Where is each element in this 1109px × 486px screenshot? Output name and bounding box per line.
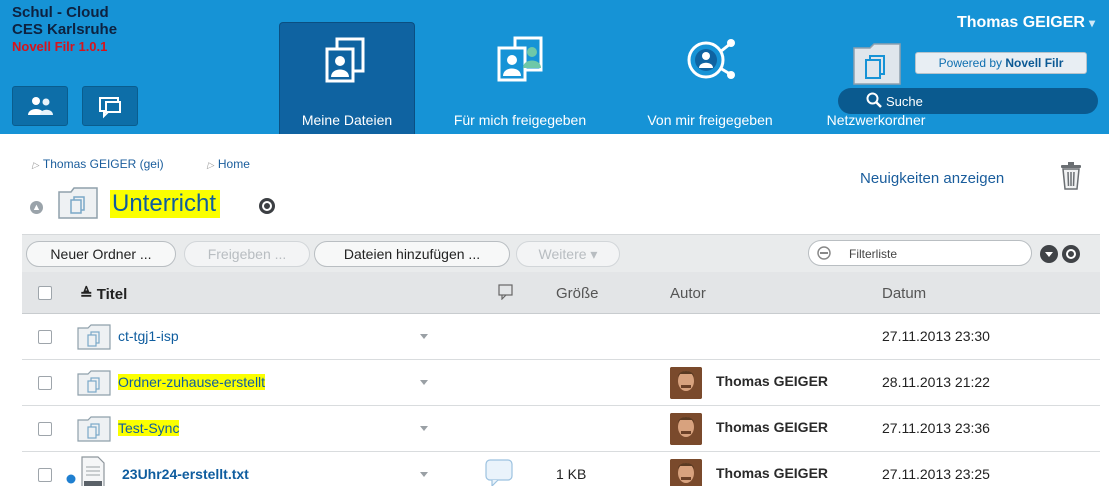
row-checkbox[interactable] — [38, 468, 52, 482]
sort-icon: ≜ — [80, 286, 93, 303]
tab-shared-with-me[interactable]: Für mich freigegeben — [425, 22, 615, 134]
folder-icon — [76, 323, 112, 354]
shared-with-me-icon — [489, 34, 551, 87]
row-checkbox[interactable] — [38, 376, 52, 390]
top-header: Schul - Cloud CES Karlsruhe Novell Filr … — [0, 0, 1109, 134]
add-files-button[interactable]: Dateien hinzufügen ... — [314, 241, 510, 267]
text-file-icon — [80, 455, 106, 486]
up-arrow-icon[interactable]: ▲ — [30, 201, 43, 214]
trash-icon[interactable] — [1058, 160, 1084, 193]
brand-line-1: Schul - Cloud — [12, 4, 109, 21]
row-name-link[interactable]: Ordner-zuhause-erstellt — [118, 374, 266, 390]
chevron-down-icon: ▾ — [1088, 16, 1095, 30]
more-button-label: Weitere — [538, 246, 587, 262]
tab-network-folders-label: Netzwerkordner — [826, 112, 926, 128]
table-header: ≜ Titel Größe Autor Datum — [22, 272, 1100, 314]
filter-list-input[interactable]: Filterliste — [808, 240, 1032, 266]
filter-placeholder: Filterliste — [849, 247, 898, 261]
powered-by-prefix: Powered by — [938, 56, 1006, 70]
search-icon — [866, 92, 882, 111]
show-news-link[interactable]: Neuigkeiten anzeigen — [860, 170, 1004, 187]
row-menu-icon[interactable] — [420, 334, 428, 339]
comments-button[interactable] — [82, 86, 138, 126]
my-files-icon — [321, 35, 373, 88]
column-title-label: Titel — [96, 286, 128, 303]
powered-by-brand: Novell Filr — [1005, 56, 1064, 70]
comment-column-icon — [498, 284, 514, 304]
column-size[interactable]: Größe — [556, 285, 599, 302]
brand-line-2: CES Karlsruhe — [12, 21, 118, 38]
page-title: Unterricht — [110, 190, 221, 218]
tab-my-files-label: Meine Dateien — [301, 112, 393, 128]
user-name: Thomas GEIGER — [956, 14, 1085, 31]
row-date: 27.11.2013 23:25 — [882, 466, 990, 482]
row-name-link[interactable]: ct-tgj1-isp — [118, 328, 179, 344]
sync-status-icon — [66, 472, 76, 486]
breadcrumb-item-home[interactable]: ▷ Home — [207, 157, 270, 171]
tab-my-files[interactable]: Meine Dateien — [279, 22, 415, 134]
gear-icon[interactable] — [258, 197, 276, 218]
tab-shared-with-me-label: Für mich freigegeben — [453, 112, 587, 128]
avatar — [670, 459, 702, 486]
folder-icon — [76, 369, 112, 400]
more-button[interactable]: Weitere ▾ — [516, 241, 620, 267]
new-folder-button[interactable]: Neuer Ordner ... — [26, 241, 176, 267]
powered-by-badge: Powered by Novell Filr — [915, 52, 1087, 74]
folder-icon — [76, 415, 112, 446]
column-author[interactable]: Autor — [670, 285, 706, 302]
user-menu[interactable]: Thomas GEIGER ▾ — [957, 14, 1095, 32]
shared-by-me-icon — [682, 34, 738, 87]
table-row[interactable]: 23Uhr24-erstellt.txt 1 KB Thomas GEIGER … — [22, 452, 1100, 486]
avatar — [670, 413, 702, 445]
row-checkbox[interactable] — [38, 422, 52, 436]
row-name-link[interactable]: 23Uhr24-erstellt.txt — [122, 466, 249, 482]
row-size: 1 KB — [556, 466, 587, 482]
breadcrumb-item-label: Home — [217, 157, 250, 171]
row-name-link[interactable]: Test-Sync — [118, 420, 180, 436]
filter-options-icon[interactable] — [1040, 245, 1058, 263]
brand-line-3: Novell Filr 1.0.1 — [12, 39, 108, 54]
avatar — [670, 367, 702, 399]
row-menu-icon[interactable] — [420, 380, 428, 385]
filter-icon — [817, 246, 831, 263]
select-all-checkbox[interactable] — [38, 286, 52, 300]
triangle-right-icon: ▷ — [206, 160, 214, 170]
row-author: Thomas GEIGER — [716, 419, 829, 435]
search-placeholder: Suche — [886, 94, 923, 109]
column-title[interactable]: ≜ Titel — [80, 285, 127, 303]
settings-gear-icon[interactable] — [1062, 245, 1080, 263]
share-button[interactable]: Freigeben ... — [184, 241, 310, 267]
triangle-right-icon: ▷ — [32, 160, 39, 170]
row-menu-icon[interactable] — [420, 426, 428, 431]
brand-block: Schul - Cloud CES Karlsruhe Novell Filr … — [12, 4, 117, 55]
chevron-down-icon: ▾ — [590, 246, 598, 262]
tab-shared-by-me[interactable]: Von mir freigegeben — [625, 22, 795, 134]
network-folder-icon — [852, 40, 902, 86]
column-date[interactable]: Datum — [882, 285, 926, 302]
search-box[interactable]: Suche — [838, 88, 1098, 114]
row-date: 27.11.2013 23:36 — [882, 420, 990, 436]
row-author: Thomas GEIGER — [716, 465, 829, 481]
row-author: Thomas GEIGER — [716, 373, 829, 389]
tab-shared-by-me-label: Von mir freigegeben — [647, 112, 773, 128]
table-row[interactable]: Test-Sync Thomas GEIGER 27.11.2013 23:36 — [22, 406, 1100, 452]
table-row[interactable]: Ordner-zuhause-erstellt Thomas GEIGER 28… — [22, 360, 1100, 406]
people-button[interactable] — [12, 86, 68, 126]
row-date: 28.11.2013 21:22 — [882, 374, 990, 390]
row-checkbox[interactable] — [38, 330, 52, 344]
folder-icon — [57, 186, 99, 223]
comment-icon[interactable] — [484, 458, 514, 486]
row-menu-icon[interactable] — [420, 472, 428, 477]
row-date: 27.11.2013 23:30 — [882, 328, 990, 344]
table-row[interactable]: ct-tgj1-isp 27.11.2013 23:30 — [22, 314, 1100, 360]
breadcrumb: ▷ Thomas GEIGER (gei) ▷ Home — [32, 157, 290, 171]
breadcrumb-item-label: Thomas GEIGER (gei) — [42, 157, 164, 171]
breadcrumb-item-user[interactable]: ▷ Thomas GEIGER (gei) — [32, 157, 184, 171]
